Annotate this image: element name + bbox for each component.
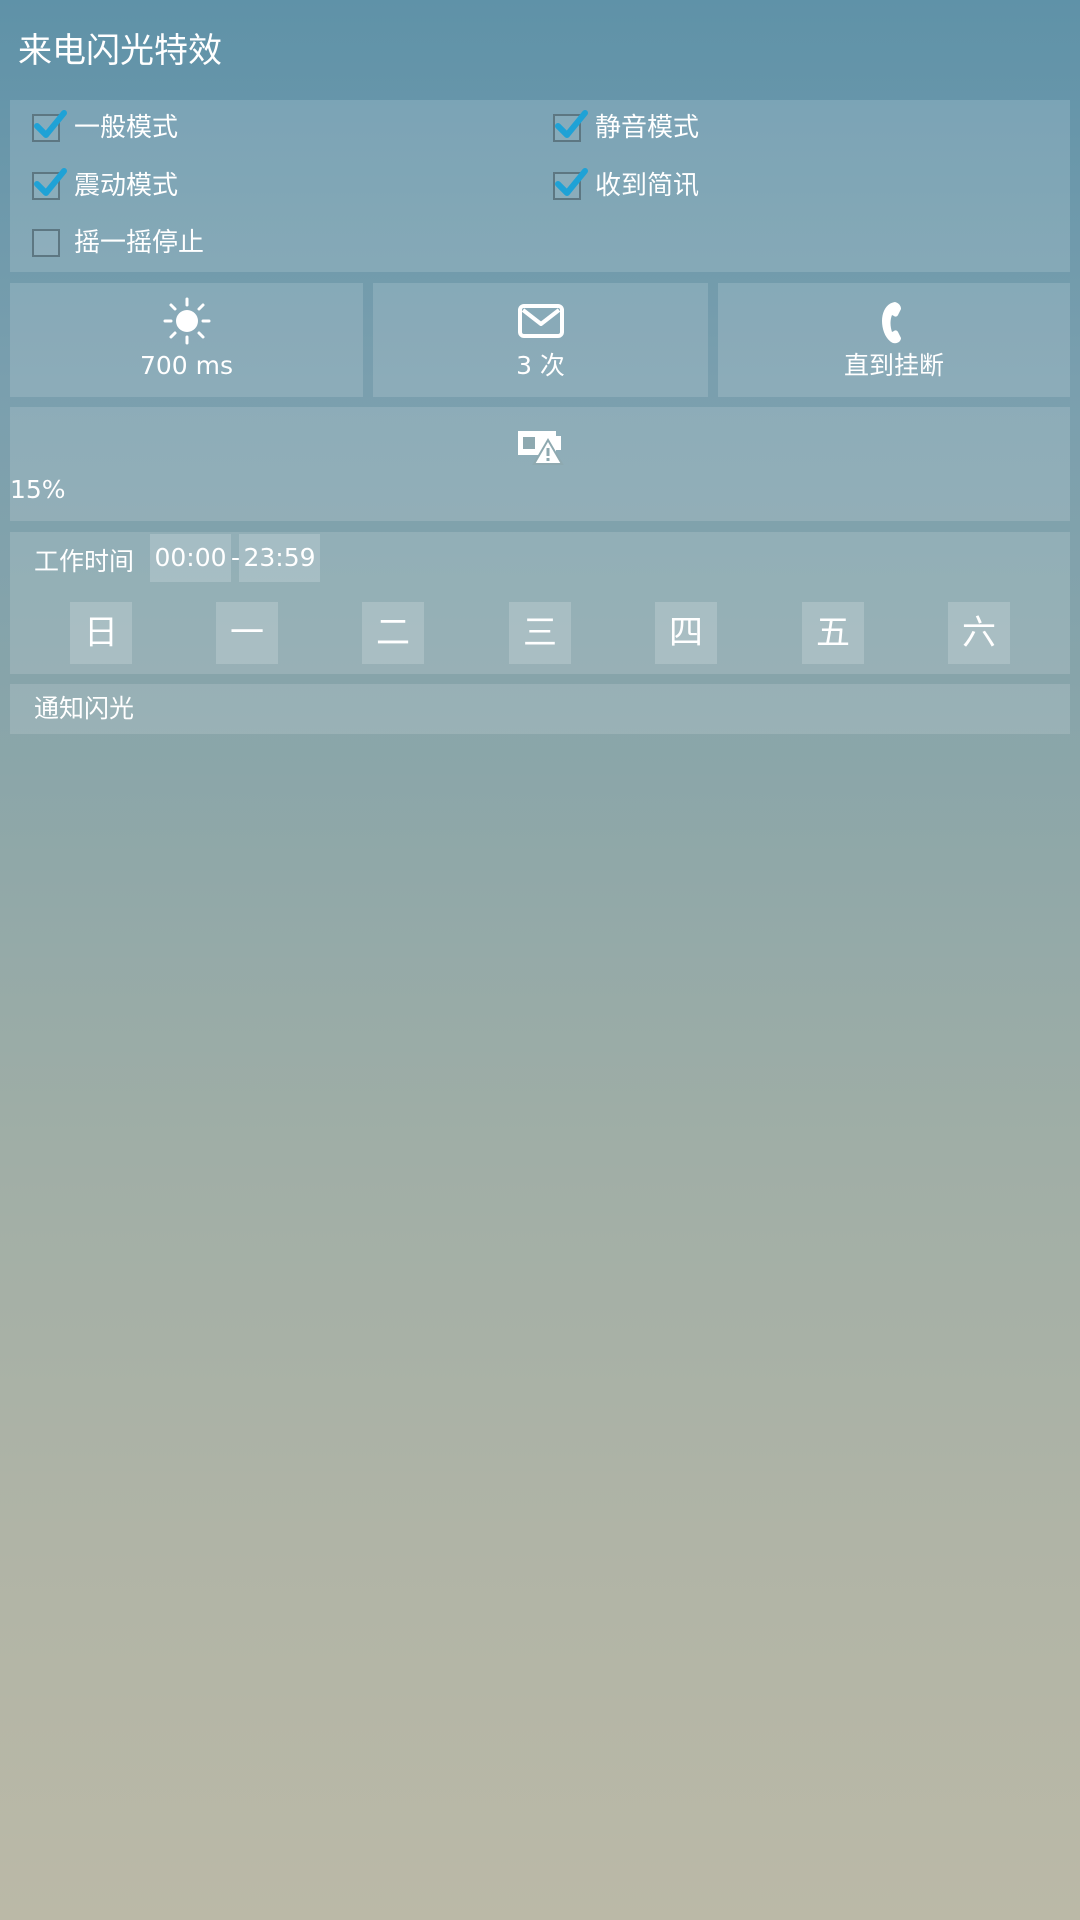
sms-count-value: 3 次 [516, 351, 565, 380]
day-tuesday-toggle[interactable]: 二 [362, 602, 424, 664]
option-receive-sms[interactable]: 收到简讯 [553, 164, 699, 208]
checkmark-icon [555, 110, 588, 138]
sms-count-card[interactable]: 3 次 [373, 283, 708, 397]
option-label: 摇一摇停止 [74, 228, 205, 258]
checkbox-checked-icon[interactable] [32, 168, 67, 200]
end-time-field[interactable]: 23:59 [239, 534, 320, 582]
checkmark-icon [34, 168, 67, 196]
call-mode-card[interactable]: 直到挂断 [718, 283, 1070, 397]
call-mode-value: 直到挂断 [843, 351, 944, 380]
start-time-field[interactable]: 00:00 [150, 534, 231, 582]
day-friday-toggle[interactable]: 五 [802, 602, 864, 664]
app-title: 来电闪光特效 [18, 31, 222, 71]
notification-flash-label: 通知闪光 [34, 694, 135, 723]
day-saturday-toggle[interactable]: 六 [948, 602, 1010, 664]
battery-threshold-card[interactable]: 15% [10, 407, 1070, 521]
day-wednesday-toggle[interactable]: 三 [509, 602, 571, 664]
phone-icon [882, 302, 901, 344]
option-label: 静音模式 [595, 113, 700, 143]
checkbox-checked-icon[interactable] [553, 168, 588, 200]
day-sunday-toggle[interactable]: 日 [70, 602, 132, 664]
option-general-mode[interactable]: 一般模式 [32, 106, 178, 150]
checkmark-icon [34, 110, 67, 138]
option-vibrate-mode[interactable]: 震动模式 [32, 164, 178, 208]
checkbox-unchecked-icon[interactable] [32, 229, 60, 257]
flash-duration-value: 700 ms [139, 351, 234, 380]
option-label: 一般模式 [74, 113, 179, 143]
battery-warning-icon [518, 431, 564, 465]
sun-icon [163, 297, 210, 345]
work-time-panel: 工作时间 00:00 - 23:59 日 一 二 三 四 五 六 [10, 532, 1070, 674]
option-label: 震动模式 [74, 171, 179, 201]
notification-flash-row[interactable]: 通知闪光 [10, 684, 1070, 734]
day-thursday-toggle[interactable]: 四 [655, 602, 717, 664]
work-time-label: 工作时间 [34, 547, 135, 576]
checkbox-checked-icon[interactable] [32, 110, 67, 142]
day-monday-toggle[interactable]: 一 [216, 602, 278, 664]
option-shake-stop[interactable]: 摇一摇停止 [32, 221, 204, 265]
option-label: 收到简讯 [595, 171, 700, 201]
option-silent-mode[interactable]: 静音模式 [553, 106, 699, 150]
checkmark-icon [555, 168, 588, 196]
mail-icon [517, 304, 564, 338]
flash-duration-card[interactable]: 700 ms [10, 283, 363, 397]
options-panel: 一般模式 静音模式 震动模式 收到简讯 摇一摇停止 [10, 100, 1070, 272]
checkbox-checked-icon[interactable] [553, 110, 588, 142]
battery-threshold-value: 15% [10, 475, 66, 504]
